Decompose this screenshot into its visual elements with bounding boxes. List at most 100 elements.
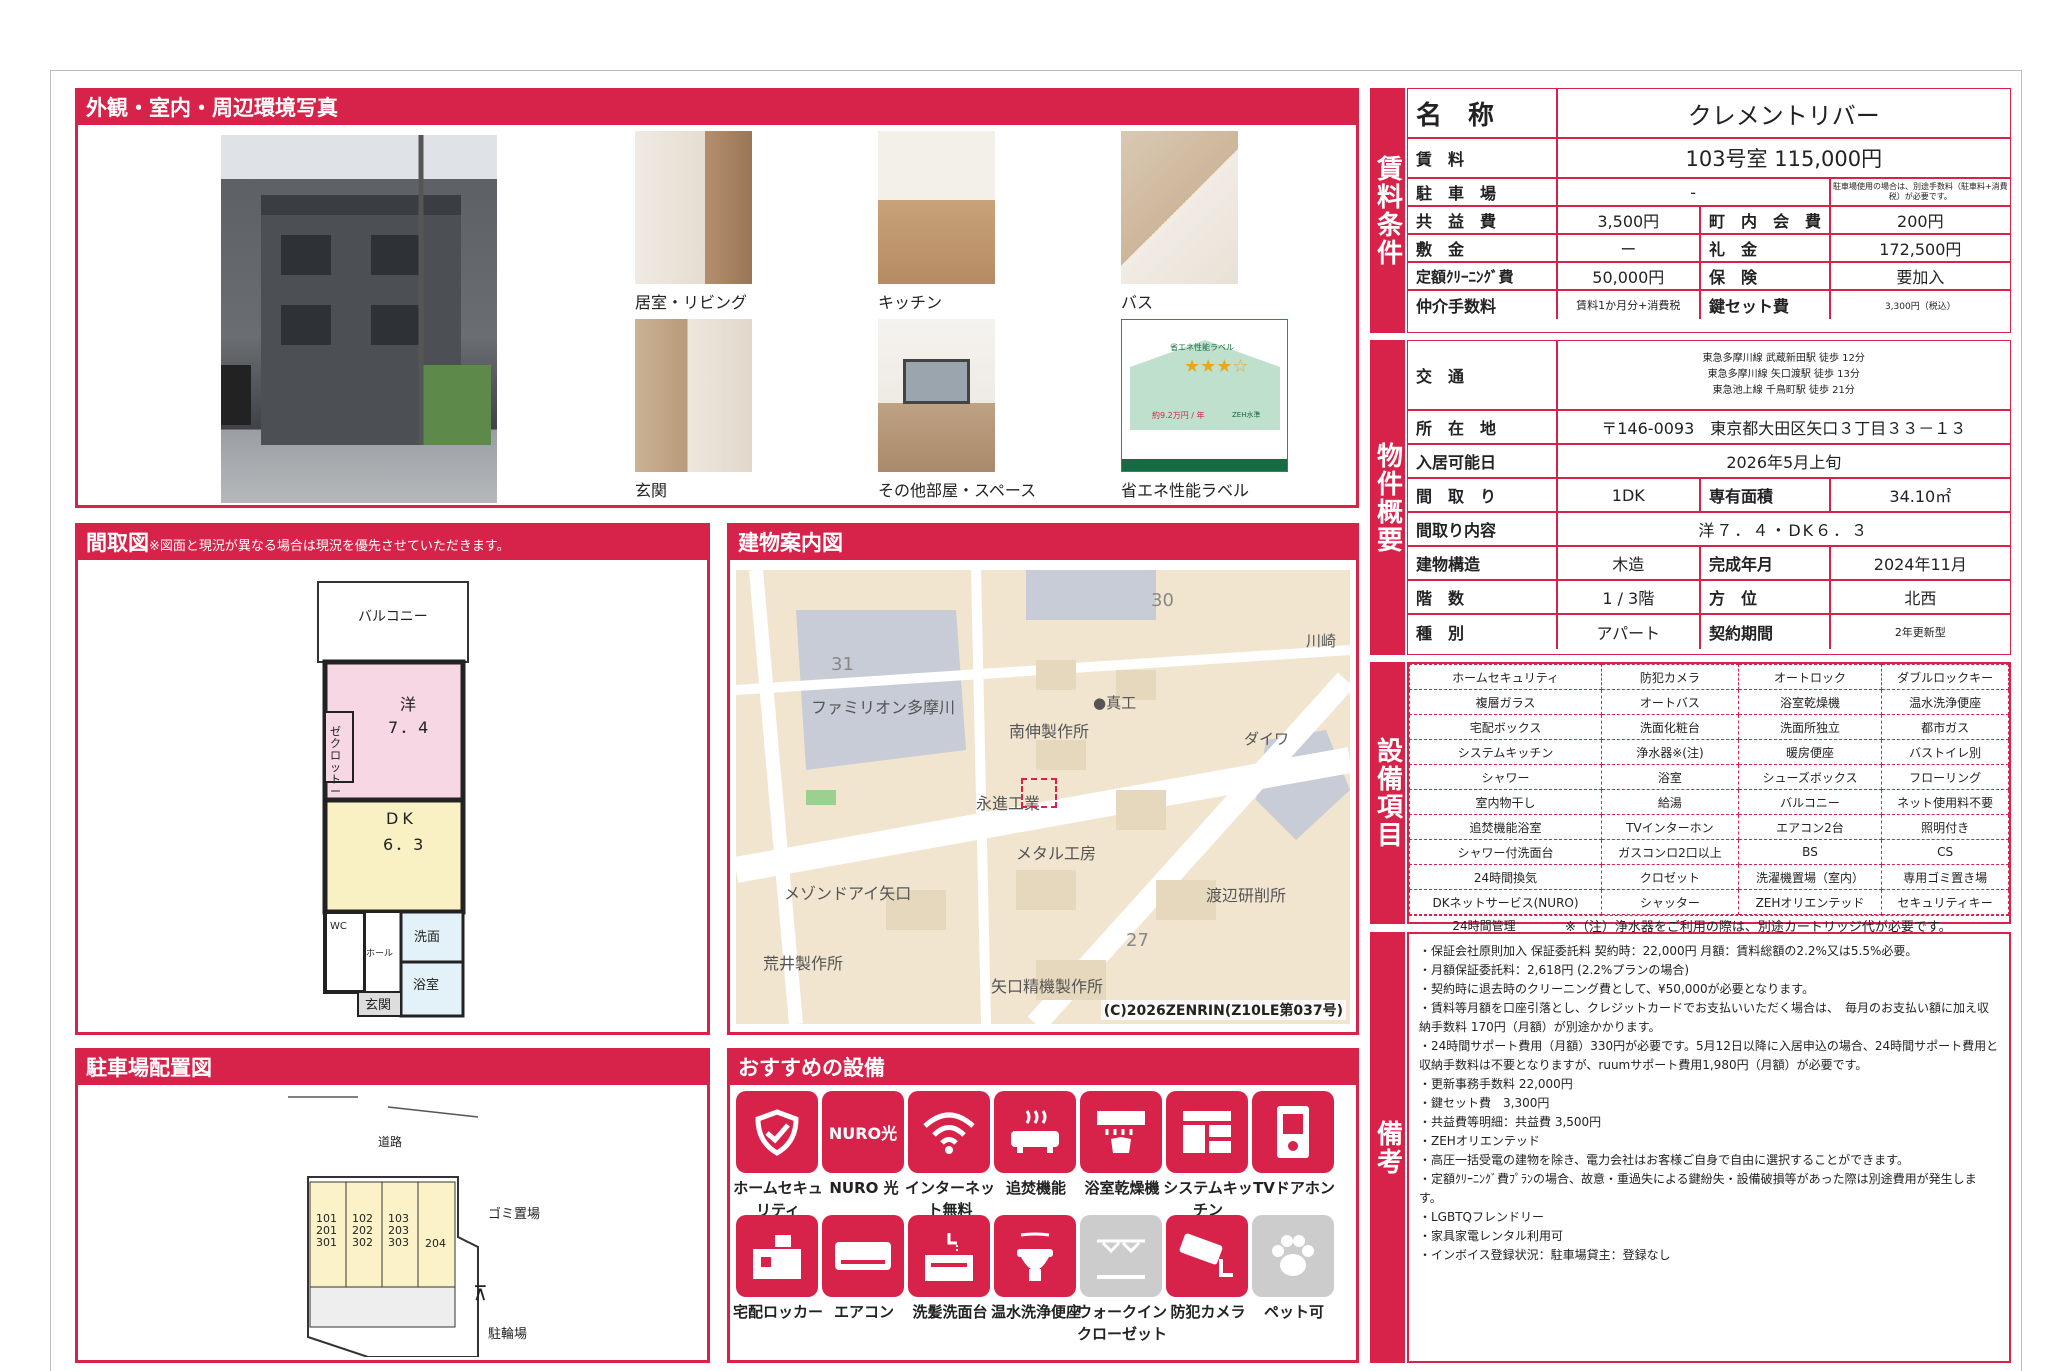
layout-label: 間 取 り [1408,479,1558,511]
equipment-item: ダブルロックキー [1881,664,2009,690]
recommend-panel: おすすめの設備 NURO光 ホームセキュリティ NURO 光 インターネット無料… [727,1048,1359,1363]
equipment-grid: ホームセキュリティ 防犯カメラ オートロック ダブルロックキー 複層ガラス オートバス 浴室… [1408,664,2009,915]
floor-plan-note: ※図面と現況が異なる場合は現況を優先させていただきます。 [149,539,510,554]
floor-plan-panel: 間取図※図面と現況が異なる場合は現況を優先させていただきます。 バルコニー 洋 … [75,523,710,1035]
map-area[interactable]: ファミリオン多摩川 南伸製作所 ●真工 ダイワ 永進工業 メタル工房 メゾンドア… [736,570,1350,1024]
parking-rooms-101: 101 201 301 [316,1212,337,1249]
map-target-marker [1021,778,1057,808]
insurance-value: 要加入 [1896,268,1945,287]
remark-line: ・更新事務手数料 22,000円 [1419,1077,1573,1091]
access-line-3: 東急池上線 千鳥町駅 徒歩 21分 [1712,385,1855,396]
area-label: 専有面積 [1701,479,1831,511]
kitchen-photo[interactable] [878,131,995,284]
home-security-icon[interactable] [736,1091,818,1173]
town-fee-value: 200円 [1897,212,1944,231]
exterior-photo[interactable] [221,135,497,503]
key-money-label: 礼 金 [1701,235,1831,261]
equipment-item: 浄水器※(注) [1601,739,1739,765]
type-label: 種 別 [1408,615,1558,649]
photos-panel: 外観・室内・周辺環境写真 居室・リビング キッチン バス 玄関 その他部屋・スペ… [75,88,1359,508]
shampoo-vanity-icon[interactable] [908,1215,990,1297]
entrance-caption: 玄関 [635,481,668,500]
warm-washlet-icon[interactable] [994,1215,1076,1297]
equipment-item: バストイレ別 [1881,739,2009,765]
equipment-item: 暖房便座 [1737,739,1883,765]
equipment-last-item: 24時間管理 [1452,918,1516,933]
structure-value: 木造 [1558,547,1702,579]
room-western-label: 洋 [400,695,417,714]
equipment-item: バルコニー [1737,789,1883,815]
map-block-30: 30 [1151,590,1174,611]
equipment-item: 防犯カメラ [1601,664,1739,690]
system-kitchen-icon[interactable] [1166,1091,1248,1173]
equipment-item: ZEHオリエンテッド [1737,889,1883,915]
property-name: クレメントリバー [1687,101,1880,130]
property-table: 交 通 東急多摩川線 武蔵新田駅 徒歩 12分 東急多摩川線 矢口渡駅 徒歩 1… [1407,340,2011,655]
access-line-2: 東急多摩川線 矢口渡駅 徒歩 13分 [1707,369,1860,380]
security-camera-icon[interactable] [1166,1215,1248,1297]
equipment-item: 洗濯機置場（室内） [1737,864,1883,890]
air-conditioner-icon[interactable] [822,1215,904,1297]
energy-label-stars: ★★★☆ [1184,356,1249,377]
rent-table: 名 称 クレメントリバー 賃 料 103号室 115,000円 駐 車 場 - … [1407,88,2011,333]
parking-bike-label: 駐輪場 [488,1327,528,1342]
equipment-item: 洗面化粧台 [1601,714,1739,740]
equipment-item: ホームセキュリティ [1408,664,1603,690]
address-value: 〒146-0093 東京都大田区矢口３丁目３３－１３ [1601,419,1967,438]
equipment-item: 宅配ボックス [1408,714,1603,740]
walk-in-closet-icon[interactable] [1080,1215,1162,1297]
equipment-table: ホームセキュリティ 防犯カメラ オートロック ダブルロックキー 複層ガラス オートバス 浴室… [1407,662,2011,935]
equipment-item: 洗面所独立 [1737,714,1883,740]
parking-rooms-103: 103 203 303 [388,1212,409,1249]
equipment-item: TVインターホン [1601,814,1739,840]
equipment-item: 照明付き [1881,814,2009,840]
kitchen-caption: キッチン [878,293,943,312]
reheat-bath-icon[interactable] [994,1091,1076,1173]
remarks-box: ・保証会社原則加入 保証委託料 契約時：22,000円 月額：賃料総額の2.2%… [1407,932,2011,1363]
remark-line: ・24時間サポート費用（月額）330円が必要です。5月12日以降に入居申込の場合… [1419,1039,1999,1072]
remark-line: ・鍵セット費 3,300円 [1419,1096,1550,1110]
bathroom-dryer-icon[interactable] [1080,1091,1162,1173]
map-label-arai: 荒井製作所 [763,954,844,973]
equipment-item: 浴室乾燥機 [1737,689,1883,715]
map-label-watanabe: 渡辺研削所 [1206,886,1287,905]
rent-value: 103号室 115,000円 [1685,147,1883,171]
equipment-row: 室内物干し 給湯 バルコニー ネット使用料不要 [1408,789,2009,815]
other-room-photo[interactable] [878,319,995,472]
energy-label-image[interactable]: 省エネ性能ラベル ★★★☆ 約9.2万円 / 年 ZEH水準 [1121,319,1288,472]
remark-line: ・賃料等月額を口座引落とし、クレジットカードでお支払いいただく場合は、 毎月のお… [1419,1001,1990,1034]
nuro-icon[interactable]: NURO光 [822,1091,904,1173]
pet-allowed-icon[interactable] [1252,1215,1334,1297]
entrance-label: 玄関 [365,998,392,1013]
pet-allowed-label: ペット可 [1263,1303,1324,1321]
reheat-bath-label: 追焚機能 [1005,1179,1066,1197]
insurance-label: 保 険 [1701,263,1831,289]
equipment-item: 温水洗浄便座 [1881,689,2009,715]
warm-washlet-label: 温水洗浄便座 [990,1303,1081,1321]
entrance-photo[interactable] [635,319,752,472]
living-photo[interactable] [635,131,752,284]
bath-caption: バス [1121,293,1154,312]
equipment-row: 複層ガラス オートバス 浴室乾燥機 温水洗浄便座 [1408,689,2009,715]
energy-label-zeh: ZEH水準 [1232,411,1261,419]
parking-rooms-102: 102 202 302 [352,1212,373,1249]
key-money-value: 172,500円 [1879,240,1962,259]
room-western-size: 7．4 [388,718,431,737]
equipment-item: フローリング [1881,764,2009,790]
equipment-side-label: 設備項目 [1370,662,1405,924]
map-copyright: (C)2026ZENRIN(Z10LE第037号) [1100,1000,1346,1020]
equipment-item: CS [1881,839,2009,865]
equipment-row: シャワー付洗面台 ガスコンロ2口以上 BS CS [1408,839,2009,865]
delivery-locker-icon[interactable] [736,1215,818,1297]
equipment-item: ガスコンロ2口以上 [1601,839,1739,865]
tv-doorphone-icon[interactable] [1252,1091,1334,1173]
parking-road-label: 道路 [378,1135,403,1149]
internet-free-icon[interactable] [908,1091,990,1173]
equipment-row: 追焚機能浴室 TVインターホン エアコン2台 照明付き [1408,814,2009,840]
town-fee-label: 町 内 会 費 [1701,207,1831,233]
contract-value: 2年更新型 [1894,626,1946,639]
equipment-item: システムキッチン [1408,739,1603,765]
bathroom-dryer-label: 浴室乾燥機 [1084,1179,1160,1197]
delivery-locker-label: 宅配ロッカー [732,1303,823,1321]
bath-photo[interactable] [1121,131,1238,284]
